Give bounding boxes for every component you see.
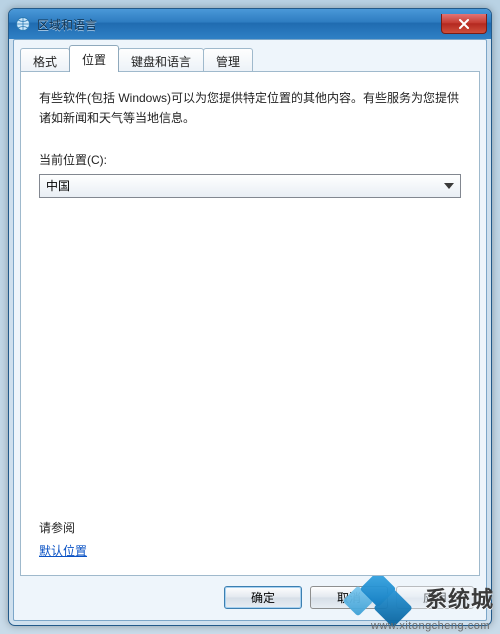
current-location-select[interactable]: 中国 (39, 174, 461, 198)
see-also-block: 请参阅 默认位置 (39, 519, 87, 559)
tab-content: 有些软件(包括 Windows)可以为您提供特定位置的其他内容。有些服务为您提供… (20, 71, 480, 576)
current-location-label: 当前位置(C): (39, 151, 461, 168)
cancel-button[interactable]: 取消 (310, 586, 388, 609)
globe-icon (15, 16, 31, 32)
window-buttons (441, 14, 487, 34)
default-location-link[interactable]: 默认位置 (39, 542, 87, 559)
description-text: 有些软件(包括 Windows)可以为您提供特定位置的其他内容。有些服务为您提供… (39, 88, 461, 129)
apply-button[interactable]: 应用 (396, 586, 474, 609)
current-location-value: 中国 (46, 177, 444, 194)
tab-keyboard-language[interactable]: 键盘和语言 (118, 48, 204, 73)
tab-bar: 格式 位置 键盘和语言 管理 (20, 47, 480, 72)
see-also-label: 请参阅 (39, 519, 87, 536)
title-bar[interactable]: 区域和语言 (9, 9, 491, 39)
tab-format[interactable]: 格式 (20, 48, 70, 73)
close-button[interactable] (441, 14, 487, 34)
tab-location[interactable]: 位置 (69, 45, 119, 72)
tab-admin[interactable]: 管理 (203, 48, 253, 73)
window-title: 区域和语言 (37, 16, 441, 33)
button-bar: 确定 取消 应用 (20, 580, 480, 614)
chevron-down-icon (444, 183, 454, 189)
watermark-url: www.xitongcheng.com (371, 620, 490, 632)
ok-button[interactable]: 确定 (224, 586, 302, 609)
dialog-body: 格式 位置 键盘和语言 管理 有些软件(包括 Windows)可以为您提供特定位… (13, 39, 487, 621)
dialog-window: 区域和语言 格式 位置 键盘和语言 管理 有些软件(包括 Windows)可以为… (8, 8, 492, 626)
close-icon (458, 19, 470, 29)
